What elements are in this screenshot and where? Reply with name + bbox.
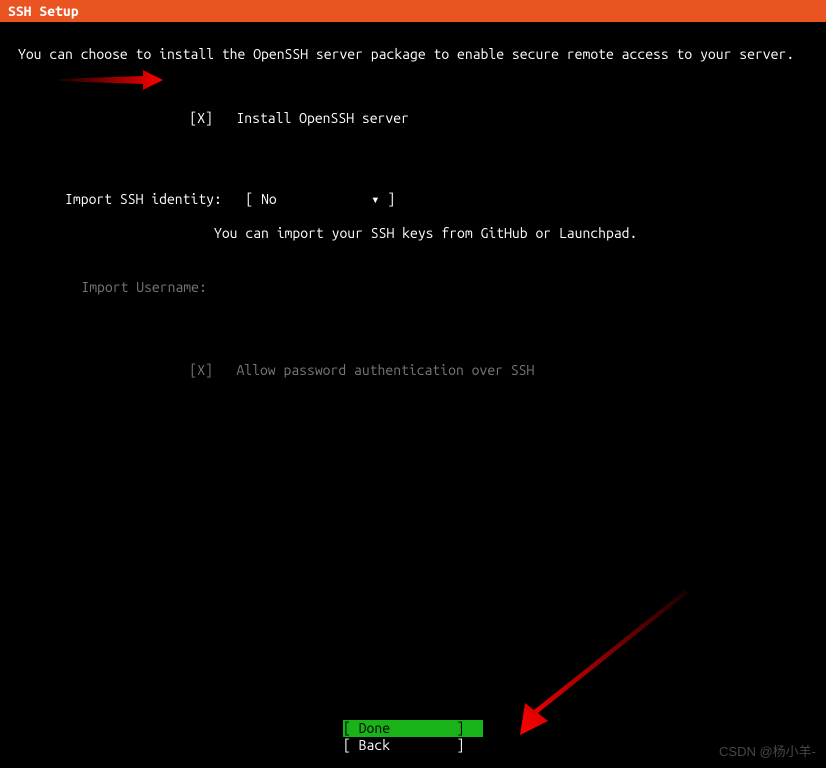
done-button-label: Done (359, 720, 449, 737)
install-openssh-row[interactable]: [X] Install OpenSSH server (0, 63, 826, 144)
install-label: Install OpenSSH server (236, 110, 408, 126)
title-text: SSH Setup (8, 3, 79, 19)
chevron-down-icon: ▾ (371, 191, 379, 207)
import-username-row: Import Username: (0, 242, 826, 313)
button-bar: [ Done ] [ Back ] (0, 720, 826, 754)
dropdown-bracket-open: [ (245, 191, 261, 207)
import-identity-row: Import SSH identity: [ No▾ ] (18, 174, 826, 225)
import-identity-label: Import SSH identity: (65, 191, 222, 207)
title-bar: SSH Setup (0, 0, 826, 22)
done-button[interactable]: [ Done ] (343, 720, 483, 737)
install-checkbox[interactable]: [X] (189, 110, 213, 126)
allow-password-checkbox: [X] (189, 362, 213, 378)
import-username-label: Import Username: (81, 279, 206, 295)
back-button[interactable]: [ Back ] (343, 737, 483, 754)
allow-password-row: [X] Allow password authentication over S… (0, 313, 826, 396)
back-button-label: Back (359, 737, 449, 754)
annotation-arrow-done (520, 590, 690, 735)
dropdown-value: No (261, 191, 371, 208)
import-identity-help: You can import your SSH keys from GitHub… (18, 225, 826, 242)
allow-password-label: Allow password authentication over SSH (236, 362, 534, 378)
dropdown-bracket-close: ] (380, 191, 396, 207)
intro-text: You can choose to install the OpenSSH se… (0, 22, 826, 63)
content-area: You can choose to install the OpenSSH se… (0, 22, 826, 396)
watermark: CSDN @杨小羊- (719, 741, 816, 760)
import-identity-dropdown[interactable]: [ No▾ ] (245, 191, 395, 207)
